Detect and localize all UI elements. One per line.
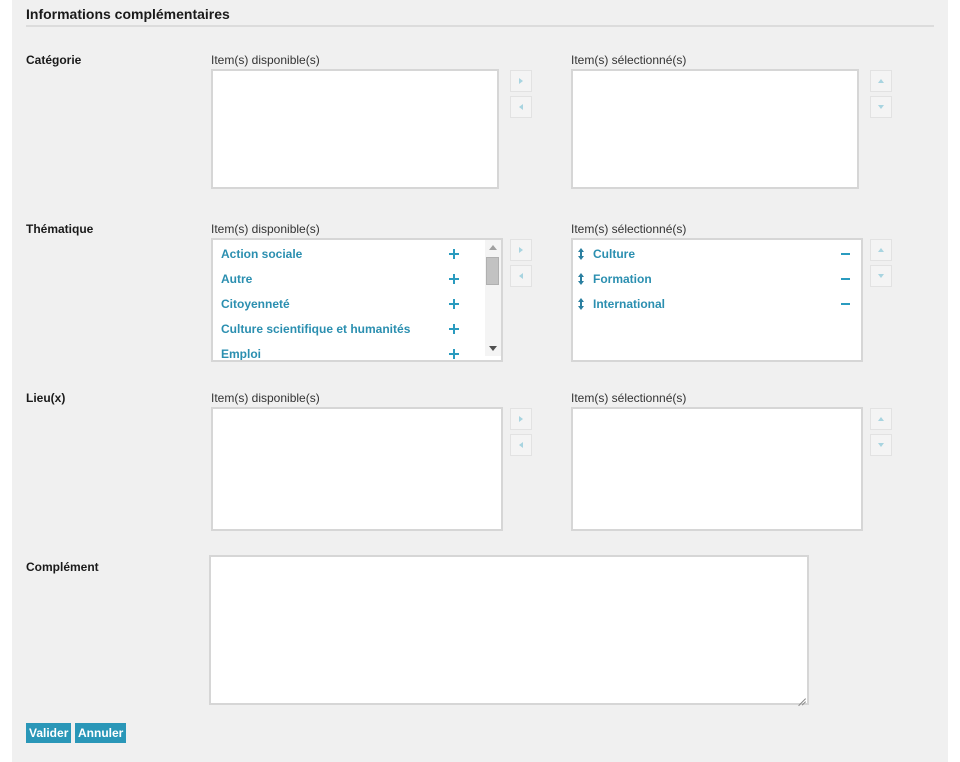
scroll-thumb[interactable] [486,257,499,285]
complement-textarea[interactable] [209,555,809,705]
list-scrollbar[interactable] [485,240,501,356]
arrow-up-icon [878,248,884,252]
plus-icon[interactable] [449,349,459,359]
section-title: Informations complémentaires [26,6,230,22]
lieux-selected-label: Item(s) sélectionné(s) [571,391,687,405]
categorie-available-label: Item(s) disponible(s) [211,53,320,67]
lieux-move-down-button[interactable] [870,434,892,456]
scroll-down-icon[interactable] [489,346,497,351]
selected-item[interactable]: International [577,295,665,313]
thematique-add-button[interactable] [510,239,532,261]
valider-button[interactable]: Valider [26,723,72,743]
list-item[interactable]: Emploi [221,345,485,361]
lieux-label: Lieu(x) [26,391,66,405]
sort-icon[interactable] [577,248,585,260]
categorie-remove-button[interactable] [510,96,532,118]
lieux-remove-button[interactable] [510,434,532,456]
title-divider [26,25,934,27]
thematique-available-label: Item(s) disponible(s) [211,222,320,236]
lieux-available-list[interactable] [211,407,503,531]
arrow-down-icon [878,105,884,109]
categorie-label: Catégorie [26,53,82,67]
categorie-selected-label: Item(s) sélectionné(s) [571,53,687,67]
arrow-right-icon [519,247,523,253]
item-label: Formation [593,272,652,286]
complement-label: Complément [26,560,99,574]
item-label: Culture [593,247,635,261]
list-item[interactable]: Autre [221,270,485,288]
item-label: Citoyenneté [221,297,290,311]
categorie-move-up-button[interactable] [870,70,892,92]
item-label: Action sociale [221,247,303,261]
arrow-down-icon [878,274,884,278]
minus-icon[interactable] [841,303,850,305]
categorie-selected-list[interactable] [571,69,859,189]
lieux-available-label: Item(s) disponible(s) [211,391,320,405]
annuler-button[interactable]: Annuler [75,723,127,743]
arrow-down-icon [878,443,884,447]
arrow-left-icon [519,273,523,279]
plus-icon[interactable] [449,249,459,259]
item-label: Autre [221,272,253,286]
lieux-selected-list[interactable] [571,407,863,531]
plus-icon[interactable] [449,299,459,309]
lieux-move-up-button[interactable] [870,408,892,430]
sort-icon[interactable] [577,298,585,310]
list-item[interactable]: Action sociale [221,245,485,263]
arrow-left-icon [519,442,523,448]
thematique-selected-list[interactable]: Culture Formation International [571,238,863,362]
arrow-right-icon [519,416,523,422]
plus-icon[interactable] [449,324,459,334]
item-label: Emploi [221,347,262,361]
thematique-remove-button[interactable] [510,265,532,287]
thematique-selected-label: Item(s) sélectionné(s) [571,222,687,236]
item-label: Culture scientifique et humanités [221,322,411,336]
arrow-left-icon [519,104,523,110]
list-item[interactable]: Citoyenneté [221,295,485,313]
selected-item[interactable]: Formation [577,270,652,288]
categorie-available-list[interactable] [211,69,499,189]
minus-icon[interactable] [841,278,850,280]
lieux-add-button[interactable] [510,408,532,430]
arrow-right-icon [519,78,523,84]
minus-icon[interactable] [841,253,850,255]
sort-icon[interactable] [577,273,585,285]
categorie-add-button[interactable] [510,70,532,92]
thematique-available-list[interactable]: Action sociale Autre Citoyenneté Culture… [211,238,503,362]
plus-icon[interactable] [449,274,459,284]
arrow-up-icon [878,417,884,421]
categorie-move-down-button[interactable] [870,96,892,118]
item-label: International [593,297,666,311]
resize-handle-icon[interactable] [798,694,806,702]
thematique-move-up-button[interactable] [870,239,892,261]
scroll-up-icon[interactable] [489,245,497,250]
selected-item[interactable]: Culture [577,245,635,263]
list-item[interactable]: Culture scientifique et humanités [221,320,485,338]
thematique-label: Thématique [26,222,94,236]
thematique-move-down-button[interactable] [870,265,892,287]
arrow-up-icon [878,79,884,83]
